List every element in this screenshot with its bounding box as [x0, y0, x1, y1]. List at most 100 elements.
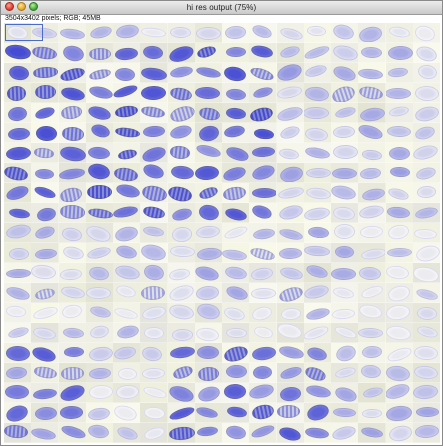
embryo-image — [306, 25, 327, 38]
embryo-image — [195, 225, 220, 240]
embryo-tile — [385, 163, 414, 183]
embryo-image — [277, 405, 301, 419]
embryo-image — [386, 205, 411, 219]
embryo-image — [332, 205, 356, 222]
embryo-tile — [385, 203, 414, 223]
embryo-tile — [412, 183, 440, 203]
embryo-tile — [4, 143, 32, 163]
embryo-tile — [412, 303, 440, 323]
embryo-tile — [140, 123, 169, 143]
embryo-tile — [276, 83, 305, 103]
embryo-tile — [140, 223, 169, 243]
embryo-tile — [276, 203, 305, 223]
embryo-tile — [385, 83, 414, 103]
embryo-tile — [4, 163, 32, 183]
embryo-image — [59, 27, 85, 41]
embryo-image — [171, 328, 194, 341]
embryo-tile — [412, 203, 440, 223]
minimize-button-icon[interactable] — [17, 2, 26, 11]
embryo-image — [304, 85, 331, 102]
embryo-tile — [358, 103, 387, 123]
embryo-tile — [222, 103, 250, 123]
embryo-image — [331, 63, 358, 82]
embryo-image — [87, 146, 112, 161]
embryo-tile — [31, 383, 60, 403]
embryo-image — [87, 345, 113, 362]
embryo-image — [113, 403, 139, 422]
embryo-image — [359, 166, 382, 180]
embryo-image — [5, 285, 31, 302]
embryo-tile — [140, 163, 169, 183]
embryo-tile — [303, 303, 332, 323]
window-controls — [5, 2, 38, 11]
embryo-image — [251, 187, 277, 198]
embryo-tile — [358, 43, 387, 63]
embryo-tile — [58, 83, 87, 103]
embryo-tile — [303, 283, 332, 303]
zoom-button-icon[interactable] — [29, 2, 38, 11]
embryo-tile — [412, 63, 440, 83]
embryo-image — [35, 85, 57, 100]
embryo-tile — [249, 403, 278, 423]
embryo-image — [4, 403, 30, 422]
embryo-image — [35, 125, 57, 142]
embryo-tile — [4, 243, 32, 263]
embryo-tile — [222, 243, 250, 263]
close-button-icon[interactable] — [5, 2, 14, 11]
embryo-tile — [140, 403, 169, 423]
embryo-tile — [194, 423, 223, 443]
embryo-tile — [303, 163, 332, 183]
embryo-tile — [31, 423, 60, 443]
embryo-tile — [58, 103, 87, 123]
embryo-tile — [303, 423, 332, 443]
embryo-image — [387, 185, 410, 202]
embryo-image — [34, 248, 57, 261]
embryo-image — [333, 105, 357, 120]
embryo-image — [197, 123, 222, 142]
embryo-tile — [113, 303, 141, 323]
embryo-tile — [167, 283, 196, 303]
embryo-image — [250, 266, 274, 282]
embryo-tile — [58, 63, 87, 83]
embryo-tile — [222, 283, 250, 303]
image-canvas[interactable] — [4, 23, 440, 443]
embryo-tile — [31, 283, 60, 303]
embryo-tile — [249, 263, 278, 283]
embryo-image — [277, 226, 304, 242]
embryo-image — [332, 125, 356, 139]
embryo-image — [414, 286, 439, 302]
embryo-tile — [412, 323, 440, 343]
embryo-image — [140, 65, 168, 82]
embryo-image — [278, 26, 304, 42]
title-bar[interactable]: hi res output (75%) — [1, 1, 442, 15]
embryo-image — [224, 423, 248, 441]
embryo-image — [307, 226, 330, 239]
embryo-tile — [249, 423, 278, 443]
embryo-image — [168, 266, 192, 282]
embryo-tile — [194, 243, 223, 263]
embryo-image — [250, 345, 277, 362]
selection-rectangle[interactable] — [5, 24, 43, 41]
embryo-image — [32, 305, 59, 322]
embryo-image — [358, 67, 384, 80]
embryo-image — [167, 383, 195, 402]
embryo-image — [387, 45, 413, 60]
embryo-tile — [358, 143, 387, 163]
embryo-image — [278, 203, 304, 222]
embryo-image — [223, 123, 247, 140]
embryo-image — [413, 104, 440, 122]
embryo-tile — [222, 183, 250, 203]
embryo-tile — [249, 163, 278, 183]
embryo-image — [87, 83, 113, 101]
embryo-image — [87, 423, 111, 441]
embryo-tile — [222, 223, 250, 243]
embryo-tile — [58, 223, 87, 243]
embryo-tile — [85, 43, 114, 63]
embryo-image — [358, 203, 385, 220]
embryo-tile — [358, 243, 387, 263]
embryo-tile — [222, 423, 250, 443]
embryo-tile — [276, 243, 305, 263]
embryo-tile — [113, 363, 141, 383]
embryo-tile — [113, 123, 141, 143]
embryo-tile — [194, 203, 223, 223]
